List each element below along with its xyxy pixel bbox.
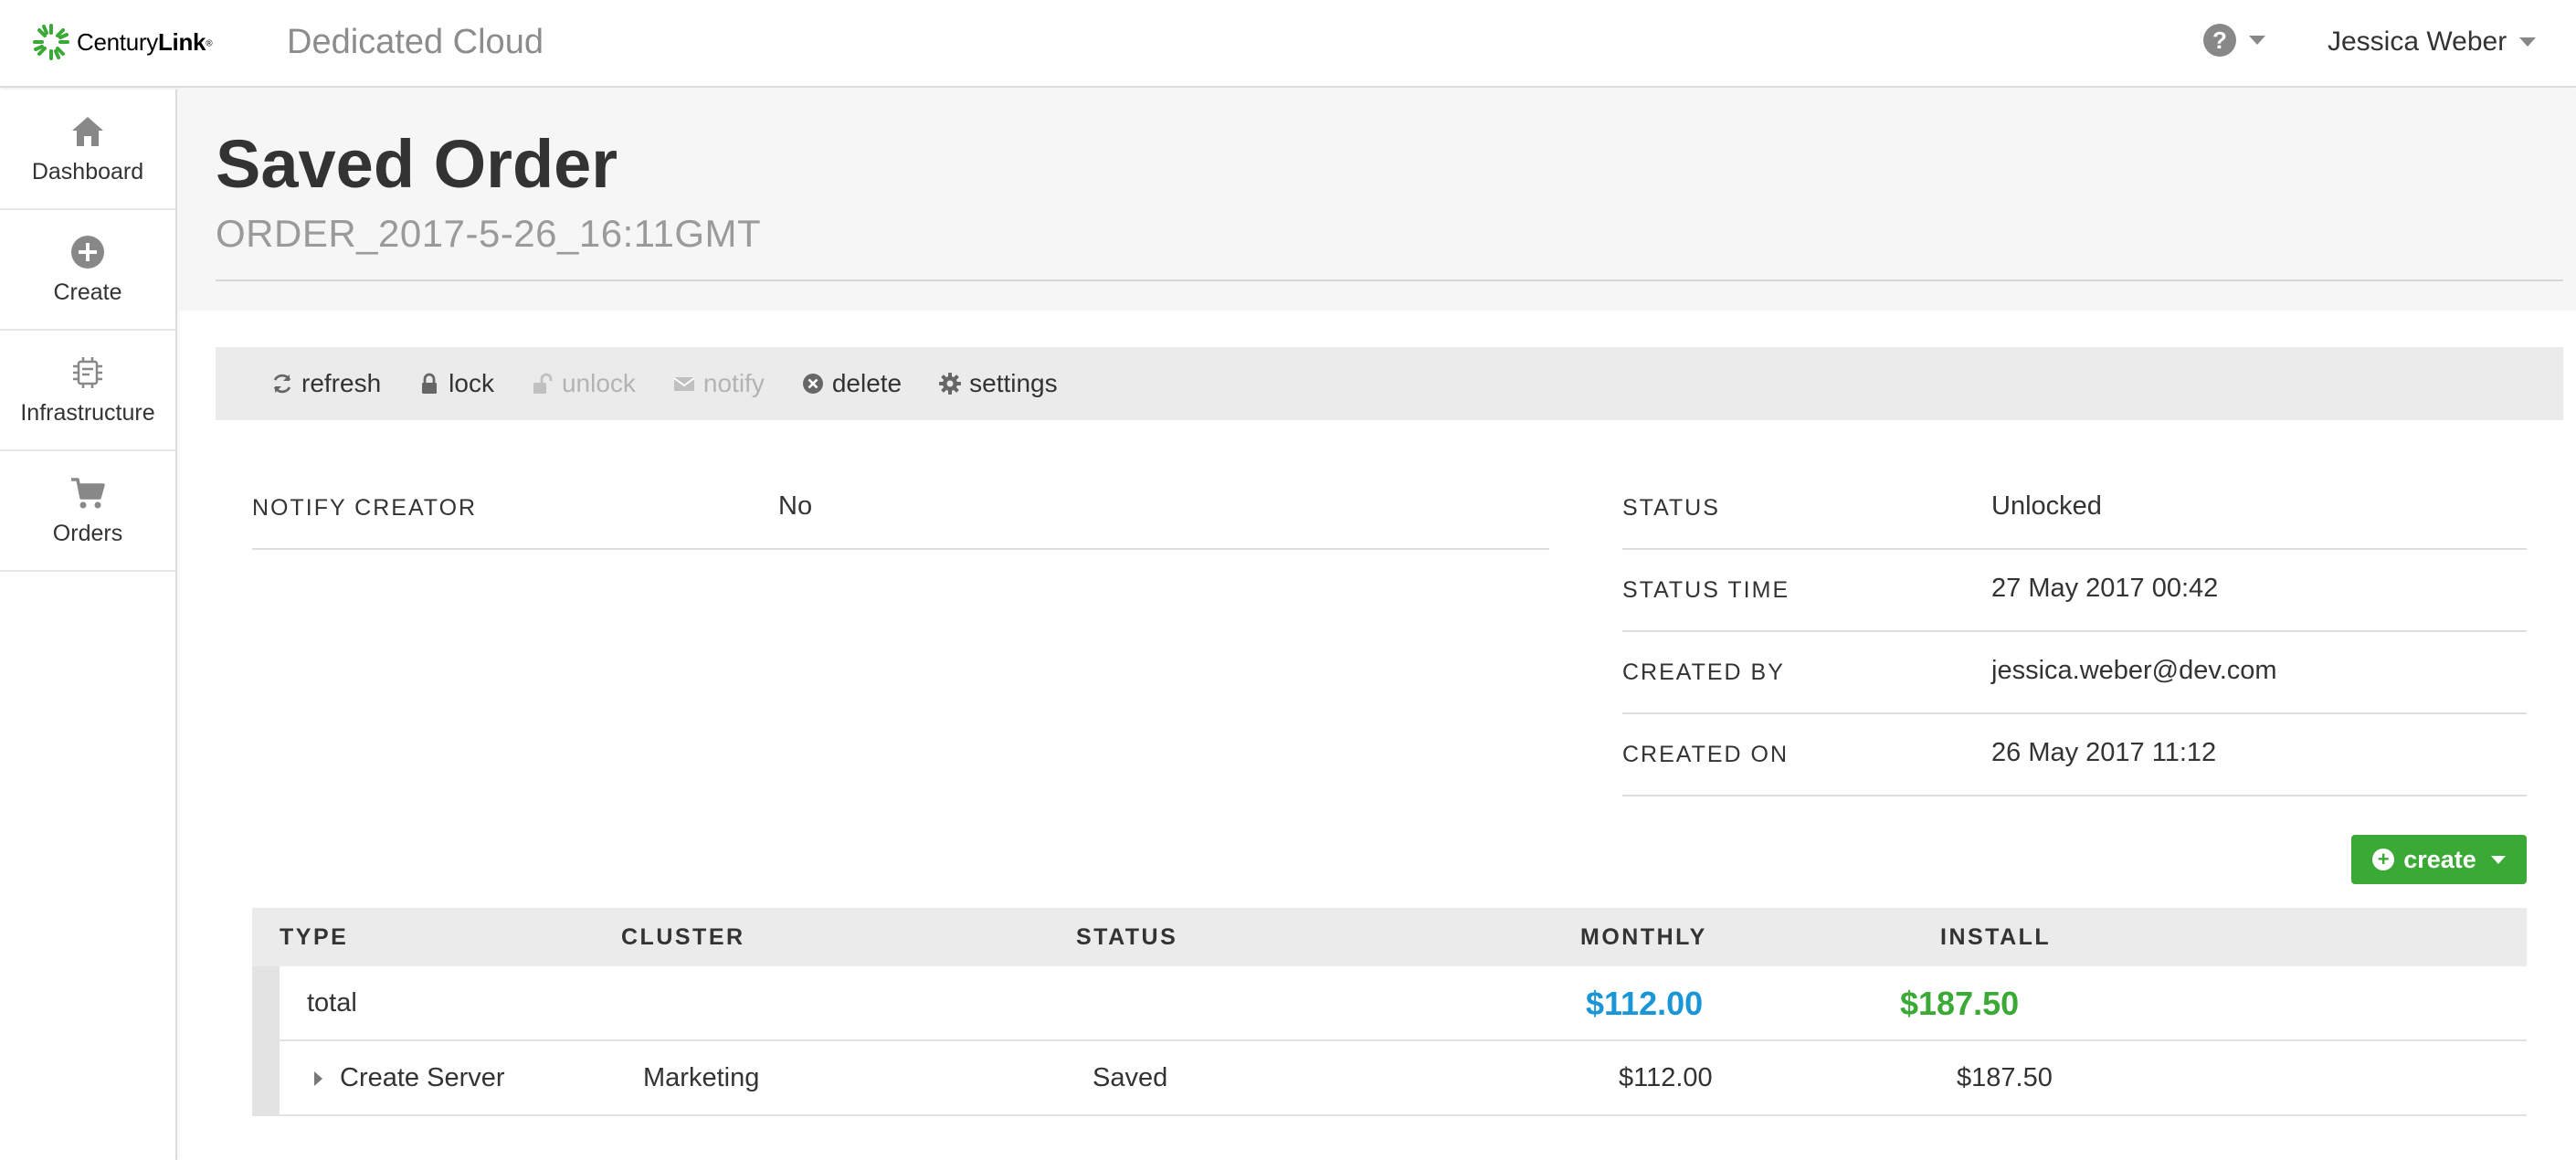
notify-creator-label: NOTIFY CREATOR <box>252 495 478 521</box>
column-header-monthly[interactable]: MONTHLY <box>1580 924 1707 951</box>
status-time-value: 27 May 2017 00:42 <box>1991 574 2219 603</box>
notify-creator-value: No <box>778 491 813 521</box>
unlock-icon <box>533 373 553 394</box>
column-header-type[interactable]: TYPE <box>280 924 348 951</box>
created-on-value: 26 May 2017 11:12 <box>1991 738 2217 767</box>
total-row: total $112.00 $187.50 <box>252 966 2527 1041</box>
page-title: Saved Order <box>216 126 618 202</box>
delete-label: delete <box>831 369 903 397</box>
delete-button[interactable]: delete <box>801 369 902 398</box>
created-on-row: CREATED ON 26 May 2017 11:12 <box>1622 714 2527 796</box>
plus-circle-icon: + <box>2372 849 2395 870</box>
action-toolbar: refresh lock unlock notify delete settin… <box>216 347 2563 420</box>
table-header: TYPE CLUSTER STATUS MONTHLY INSTALL <box>252 908 2527 966</box>
create-button-label: create <box>2403 845 2476 873</box>
total-install: $187.50 <box>1900 985 2020 1022</box>
row-monthly: $112.00 <box>1619 1063 1713 1092</box>
chevron-down-icon <box>2490 855 2506 864</box>
refresh-label: refresh <box>301 369 382 397</box>
home-icon <box>72 116 103 146</box>
settings-label: settings <box>969 369 1058 397</box>
status-value: Unlocked <box>1991 491 2102 521</box>
chevron-down-icon <box>2519 37 2537 47</box>
status-time-label: STATUS TIME <box>1622 577 1790 603</box>
sidebar-item-create[interactable]: Create <box>0 210 175 331</box>
centurylink-logo[interactable]: CenturyLink® <box>31 22 213 62</box>
created-on-label: CREATED ON <box>1622 742 1789 767</box>
column-header-cluster[interactable]: CLUSTER <box>621 924 745 951</box>
top-bar: CenturyLink® Dedicated Cloud ? Jessica W… <box>0 0 2576 88</box>
help-icon: ? <box>2203 24 2236 57</box>
refresh-button[interactable]: refresh <box>270 369 381 398</box>
delete-icon <box>802 374 823 394</box>
sidebar-item-label: Infrastructure <box>20 399 155 426</box>
total-label: total <box>307 988 357 1018</box>
app-title: Dedicated Cloud <box>287 23 544 61</box>
notify-label: notify <box>702 369 765 397</box>
chip-icon <box>73 356 102 388</box>
total-monthly: $112.00 <box>1586 985 1704 1022</box>
created-by-label: CREATED BY <box>1622 659 1785 685</box>
column-header-status[interactable]: STATUS <box>1076 924 1177 951</box>
row-cluster: Marketing <box>643 1063 760 1092</box>
sidebar-item-label: Dashboard <box>31 158 144 185</box>
row-status: Saved <box>1093 1063 1168 1092</box>
status-label: STATUS <box>1622 495 1720 521</box>
status-time-row: STATUS TIME 27 May 2017 00:42 <box>1622 550 2527 632</box>
create-button[interactable]: + create <box>2351 835 2527 884</box>
chevron-down-icon <box>2249 36 2265 45</box>
notify-creator-row: NOTIFY CREATOR No <box>252 468 1549 550</box>
row-type: Create Server <box>340 1063 505 1092</box>
sidebar-item-orders[interactable]: Orders <box>0 451 175 572</box>
user-menu[interactable]: Jessica Weber <box>2328 24 2537 60</box>
sidebar-item-dashboard[interactable]: Dashboard <box>0 90 175 210</box>
refresh-icon <box>273 374 291 394</box>
unlock-button[interactable]: unlock <box>531 369 636 398</box>
lock-label: lock <box>449 369 494 397</box>
order-name: ORDER_2017-5-26_16:11GMT <box>216 212 762 255</box>
created-by-row: CREATED BY jessica.weber@dev.com <box>1622 632 2527 714</box>
sidebar-item-label: Orders <box>52 520 123 546</box>
user-name: Jessica Weber <box>2328 26 2507 57</box>
help-menu[interactable]: ? <box>2203 24 2265 57</box>
row-install: $187.50 <box>1957 1063 2053 1092</box>
created-by-value: jessica.weber@dev.com <box>1991 656 2277 685</box>
header-divider <box>216 279 2563 281</box>
lock-icon <box>422 373 438 394</box>
sidebar-item-infrastructure[interactable]: Infrastructure <box>0 331 175 451</box>
cart-icon <box>71 477 105 508</box>
plus-circle-icon <box>71 235 104 269</box>
page-header: Saved Order ORDER_2017-5-26_16:11GMT <box>179 90 2576 311</box>
order-items-table: TYPE CLUSTER STATUS MONTHLY INSTALL tota… <box>252 908 2527 1116</box>
centurylink-logo-icon <box>33 24 69 60</box>
column-header-install[interactable]: INSTALL <box>1940 924 2051 951</box>
row-stripe <box>252 966 280 1039</box>
envelope-icon <box>673 377 695 391</box>
unlock-label: unlock <box>561 369 636 397</box>
settings-button[interactable]: settings <box>938 369 1058 398</box>
notify-button[interactable]: notify <box>672 369 765 398</box>
table-row[interactable]: Create Server Marketing Saved $112.00 $1… <box>252 1041 2527 1116</box>
gear-icon <box>939 373 962 395</box>
expand-row-icon[interactable] <box>314 1071 322 1086</box>
sidebar: Dashboard Create Infrastructure Orders <box>0 90 177 1160</box>
status-row: STATUS Unlocked <box>1622 468 2527 550</box>
logo-text: CenturyLink® <box>77 27 213 56</box>
sidebar-item-label: Create <box>53 279 122 305</box>
row-stripe <box>252 1041 280 1114</box>
lock-button[interactable]: lock <box>417 369 494 398</box>
